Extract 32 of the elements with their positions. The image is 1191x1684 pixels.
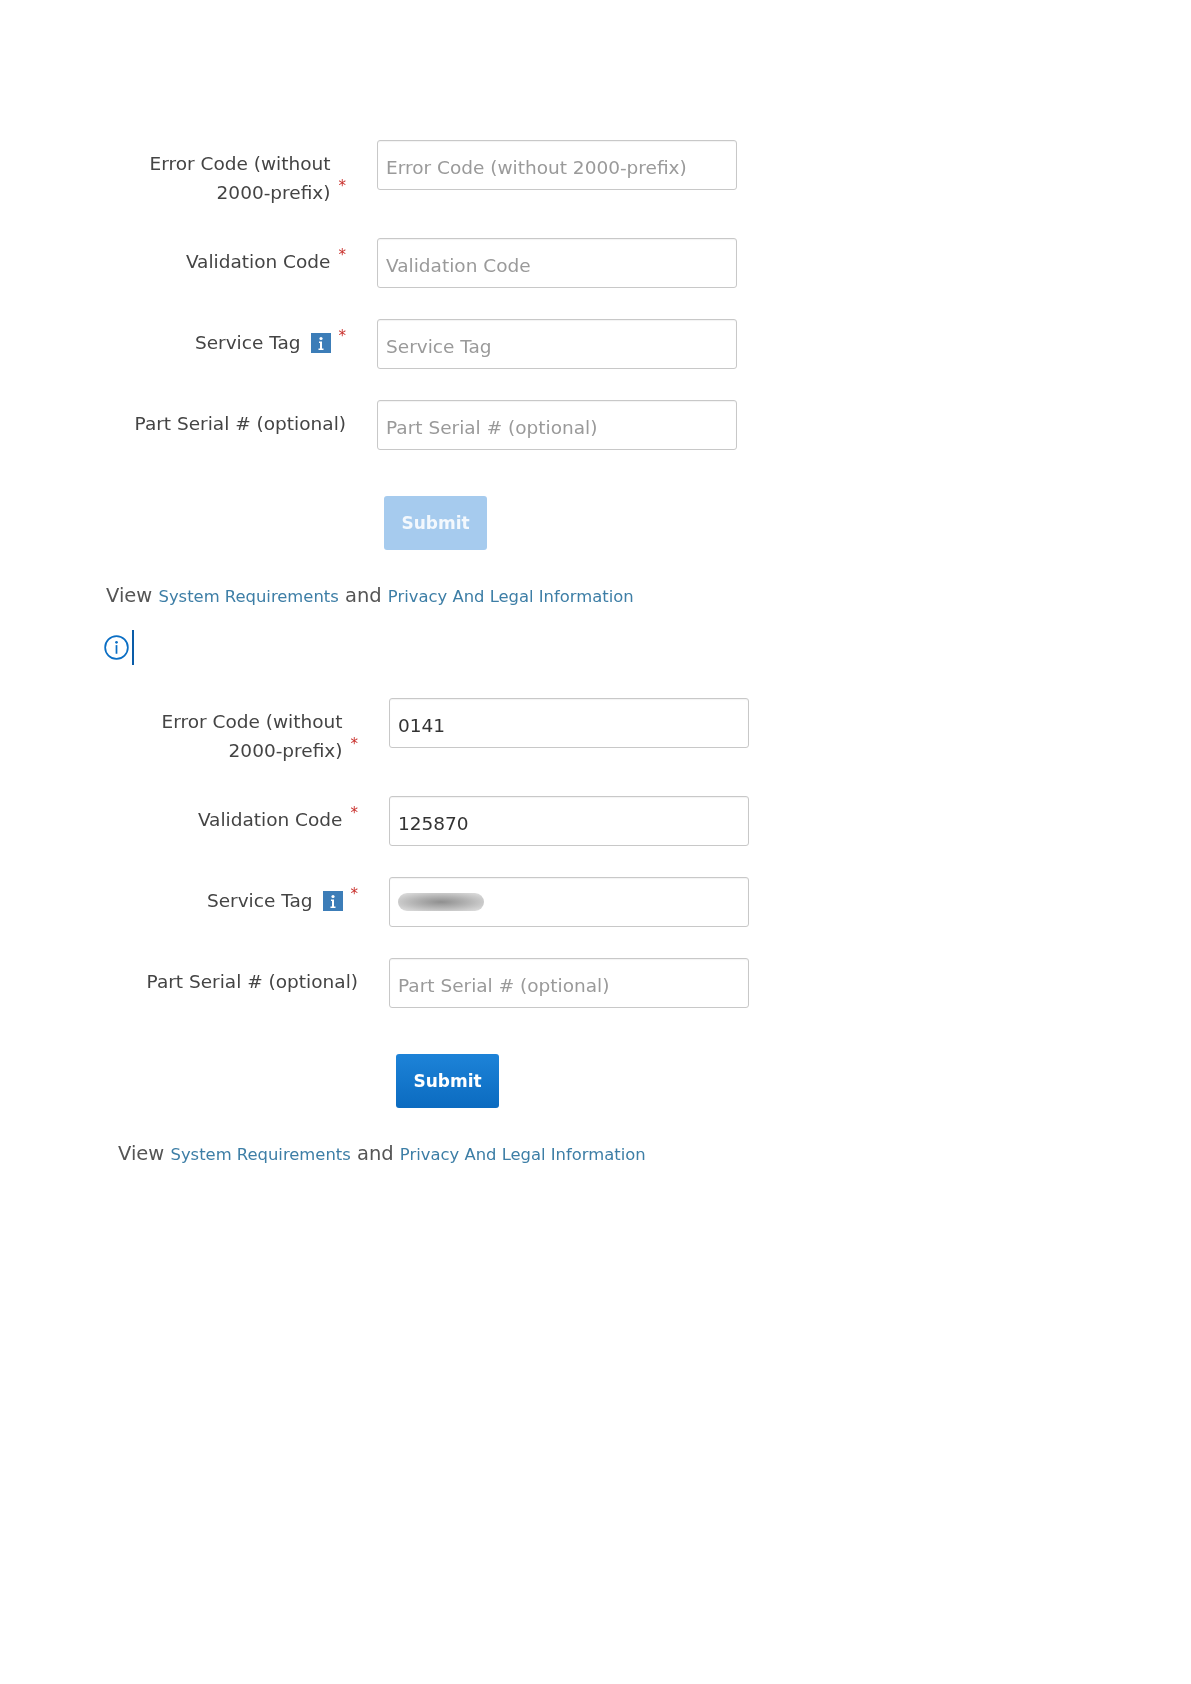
input-field[interactable]: 0141 <box>389 698 749 748</box>
info-icon[interactable] <box>310 333 331 353</box>
input-field[interactable]: 125870 <box>389 796 749 846</box>
field-label: Error Code (without 2000-prefix) <box>148 152 331 205</box>
field-label: Part Serial # (optional) <box>134 412 346 436</box>
required-mark: * <box>350 737 358 752</box>
link[interactable]: System Requirements <box>158 587 339 606</box>
input-field[interactable]: Error Code (without 2000-prefix) <box>377 140 737 190</box>
input-field[interactable]: Part Serial # (optional) <box>377 400 737 450</box>
field-label: Validation Code <box>185 250 331 274</box>
required-mark: * <box>350 806 358 821</box>
info-icon <box>104 635 129 660</box>
required-mark: * <box>338 179 346 194</box>
link[interactable]: Privacy And Legal Information <box>387 587 634 606</box>
link[interactable]: System Requirements <box>170 1145 351 1164</box>
input-field[interactable]: Service Tag <box>377 319 737 369</box>
footer-text: View System Requirements and Privacy And Legal Information <box>118 1141 646 1167</box>
required-mark: * <box>338 329 346 344</box>
input-field[interactable]: Validation Code <box>377 238 737 288</box>
field-label: Part Serial # (optional) <box>146 970 358 994</box>
submit-button[interactable]: Submit <box>396 1054 499 1108</box>
required-mark: * <box>338 248 346 263</box>
input-field[interactable]: Part Serial # (optional) <box>389 958 749 1008</box>
info-icon[interactable] <box>322 891 343 911</box>
field-label: Service Tag <box>194 331 301 355</box>
field-label: Validation Code <box>197 808 343 832</box>
input-field[interactable] <box>389 877 749 927</box>
field-label: Error Code (without 2000-prefix) <box>160 710 343 763</box>
field-label: Service Tag <box>206 889 313 913</box>
footer-text: View System Requirements and Privacy And Legal Information <box>106 583 634 609</box>
required-mark: * <box>350 887 358 902</box>
link[interactable]: Privacy And Legal Information <box>399 1145 646 1164</box>
